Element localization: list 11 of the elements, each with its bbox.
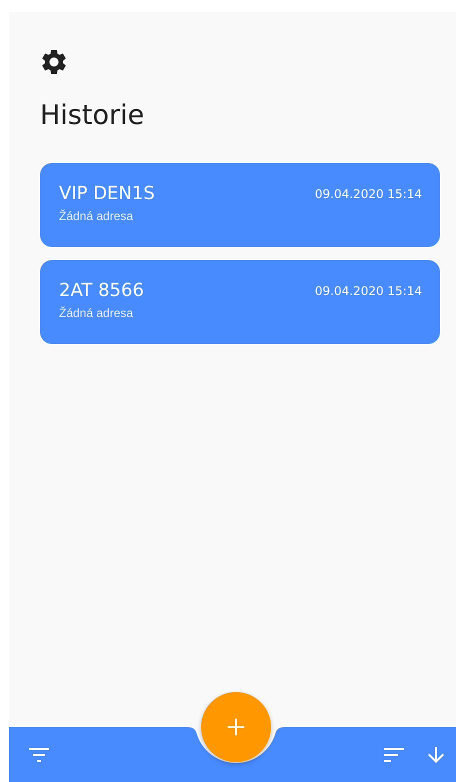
date-time: 09.04.2020 15:14: [314, 186, 422, 200]
date-time: 09.04.2020 15:14: [314, 284, 422, 298]
history-card[interactable]: VIP DEN1S 09.04.2020 15:14 Žádná adresa: [40, 163, 440, 247]
page-title: Historie: [40, 99, 146, 133]
plate-number: VIP DEN1S: [59, 183, 155, 204]
address-text: Žádná adresa: [59, 306, 134, 320]
plate-number: 2AT 8566: [59, 280, 144, 301]
plus-icon: [225, 716, 247, 738]
address-text: Žádná adresa: [59, 209, 134, 223]
add-button[interactable]: [201, 692, 271, 762]
history-card[interactable]: 2AT 8566 09.04.2020 15:14 Žádná adresa: [40, 260, 440, 344]
